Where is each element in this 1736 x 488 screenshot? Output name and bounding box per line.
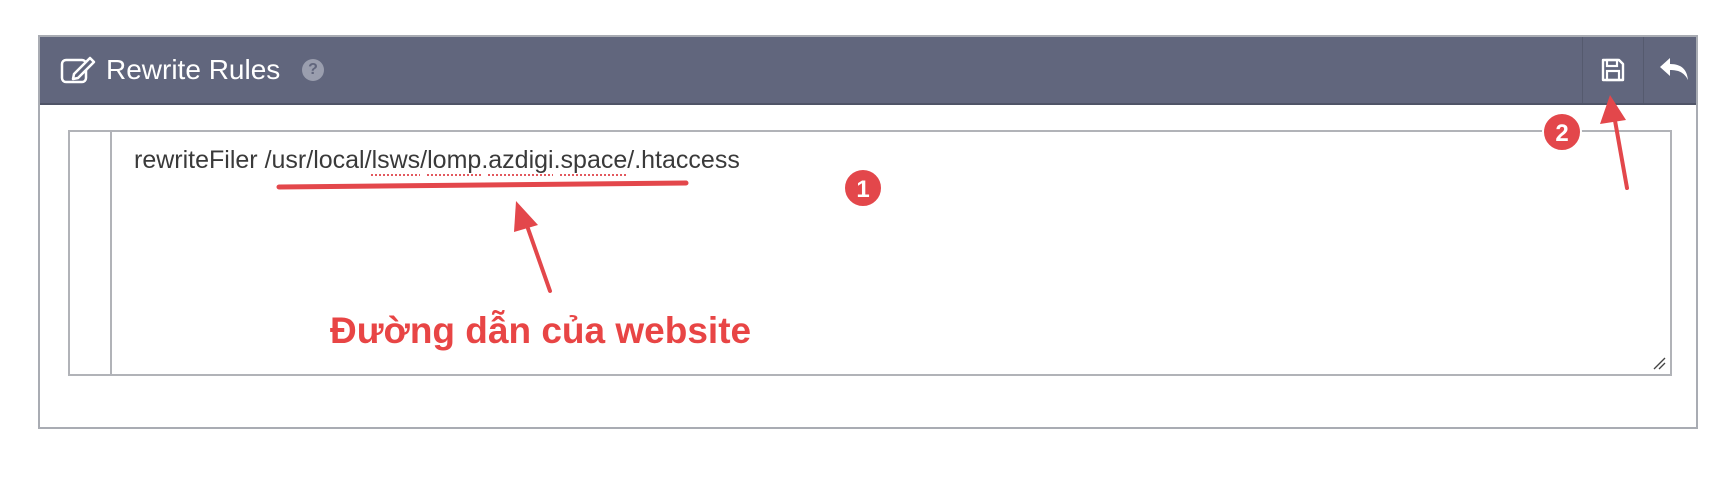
arrow-head bbox=[514, 201, 538, 232]
arrow-annotation bbox=[523, 218, 552, 293]
arrow-head bbox=[1600, 95, 1626, 124]
annotation-overlay bbox=[276, 95, 1629, 293]
step-badge-2: 2 bbox=[1542, 112, 1582, 152]
annotation-label: Đường dẫn của website bbox=[330, 310, 752, 351]
step-badge-1: 1 bbox=[843, 168, 883, 208]
arrow-annotation bbox=[1612, 113, 1629, 190]
underline-annotation bbox=[276, 180, 689, 190]
